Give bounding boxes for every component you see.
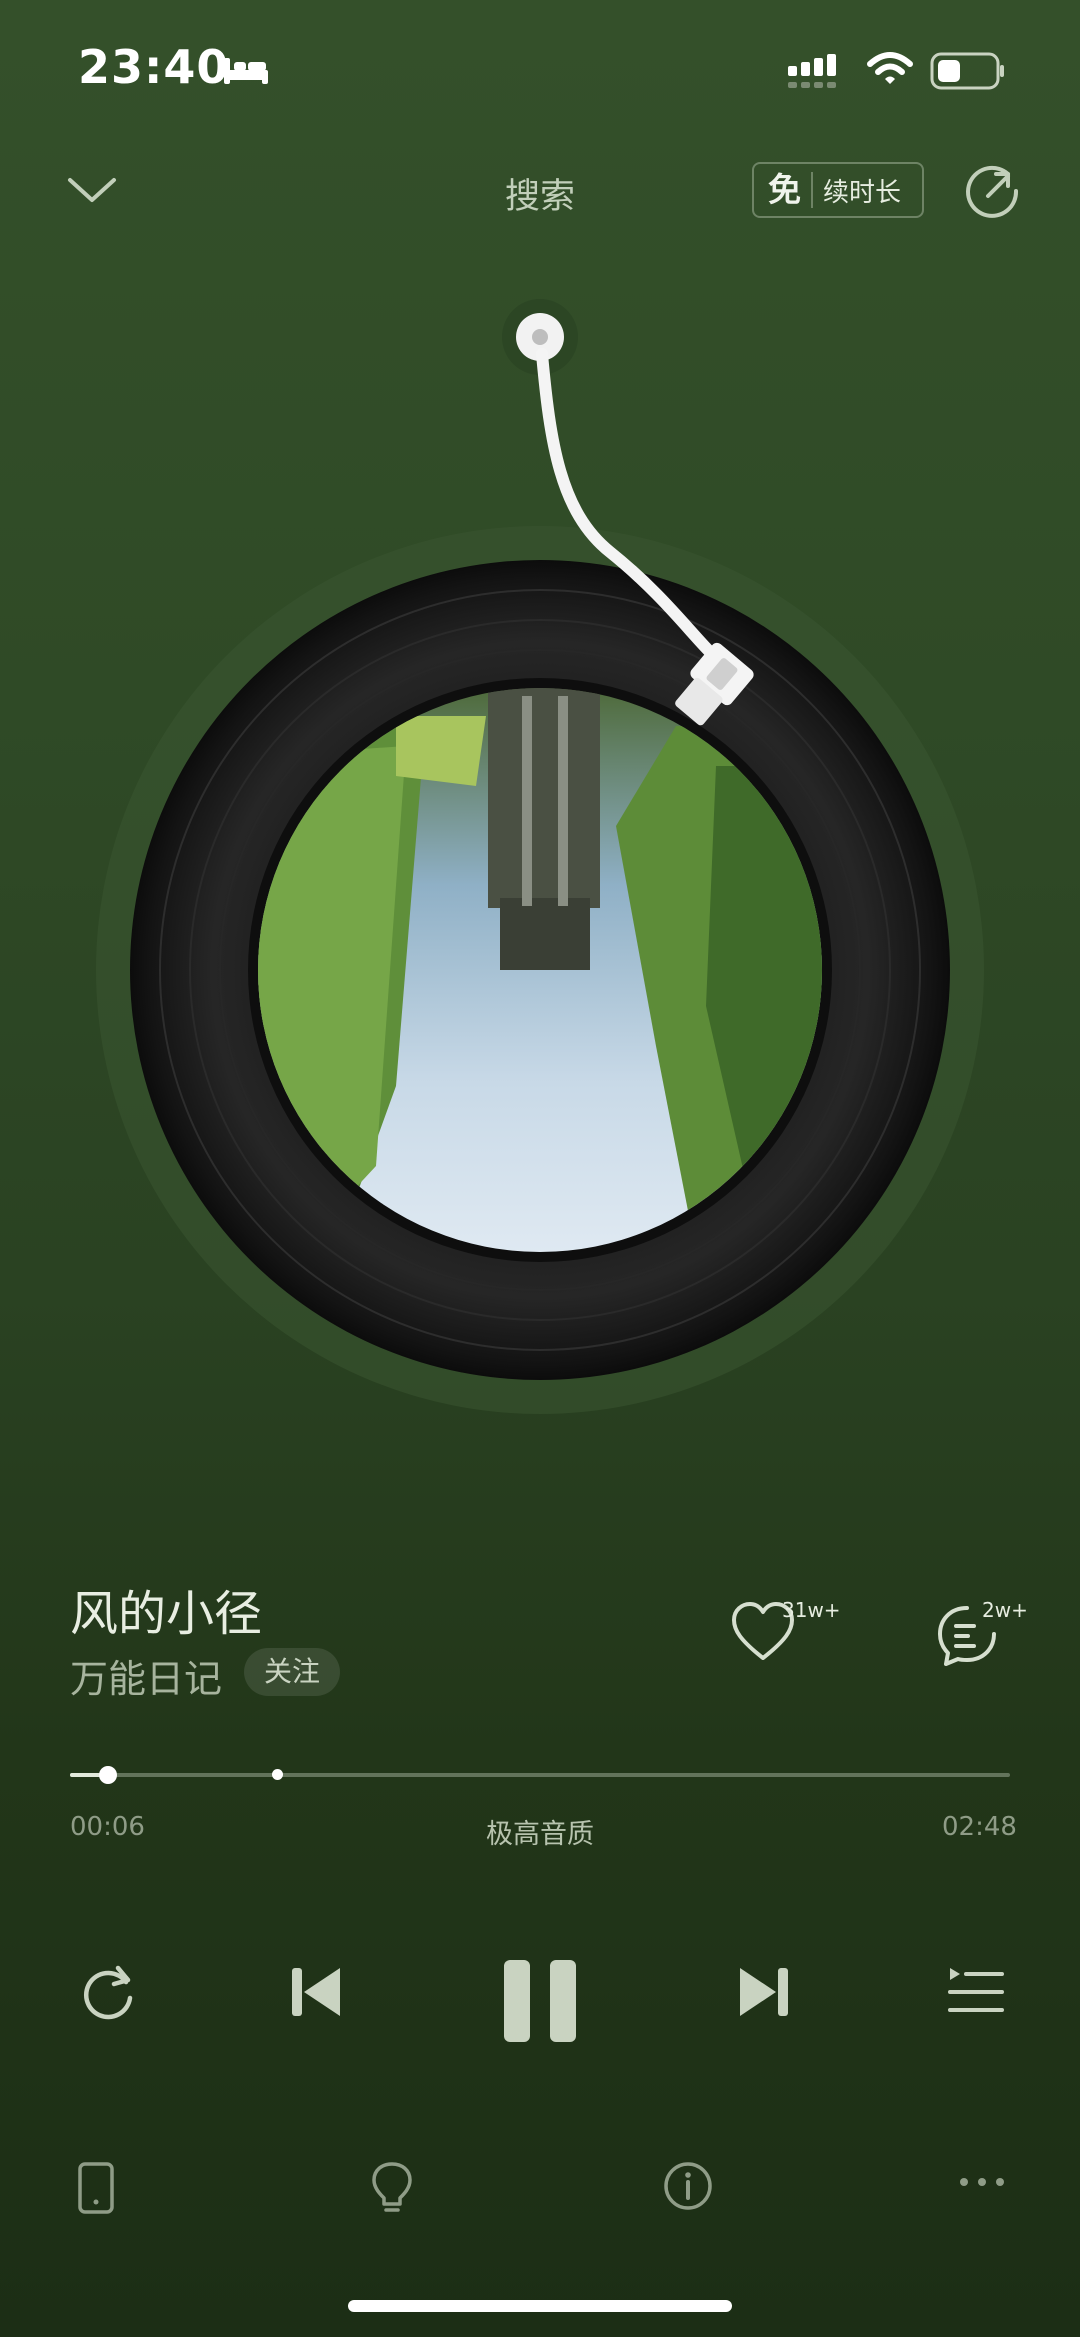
progress-knob[interactable] [98,1766,117,1784]
signal-icon [786,52,844,92]
song-title: 风的小径 [70,1586,263,1642]
total-time: 02:48 [942,1812,1017,1842]
next-button[interactable] [736,1960,792,2024]
progress-bar[interactable] [70,1766,1010,1784]
search-button[interactable]: 搜索 [460,168,620,219]
vip-extend-button[interactable]: 免 续时长 [752,162,924,218]
share-icon [966,165,1019,218]
artist-name[interactable]: 万能日记 [70,1648,222,1703]
repeat-icon [84,1965,133,2020]
like-count: 31w+ [782,1598,841,1622]
more-icon [960,2178,1004,2186]
previous-button[interactable] [288,1960,344,2024]
tonearm [490,292,820,752]
sleep-mode-icon [222,54,270,88]
buffer-marker [271,1769,283,1780]
status-time: 23:40 [78,40,230,94]
info-icon [664,2162,712,2210]
follow-button[interactable]: 关注 [244,1648,341,1696]
home-indicator[interactable] [348,2300,732,2312]
next-icon [740,1968,788,2016]
pause-icon [504,1960,576,2042]
repeat-button[interactable] [74,1960,138,2024]
pause-button[interactable] [500,1956,580,2046]
comment-count: 2w+ [982,1598,1028,1622]
share-button[interactable] [964,162,1022,220]
album-cover-image [258,688,822,1252]
device-button[interactable] [76,2160,116,2216]
lightbulb-button[interactable] [370,2160,414,2216]
device-icon [78,2162,114,2214]
playlist-button[interactable] [946,1960,1004,2024]
more-button[interactable] [958,2174,1006,2190]
lightbulb-icon [372,2162,412,2212]
chevron-down-icon [68,178,116,202]
current-time: 00:06 [70,1812,145,1842]
battery-icon [930,52,1006,92]
previous-icon [292,1968,340,2016]
playlist-icon [948,1968,1004,2012]
info-button[interactable] [662,2160,714,2212]
collapse-button[interactable] [64,162,120,218]
vip-text-label: 续时长 [823,177,902,208]
wifi-icon [866,50,914,88]
status-bar: 23:40 [0,0,1080,140]
audio-quality-button[interactable]: 极高音质 [440,1812,640,1851]
vip-free-label: 免 [754,172,813,208]
